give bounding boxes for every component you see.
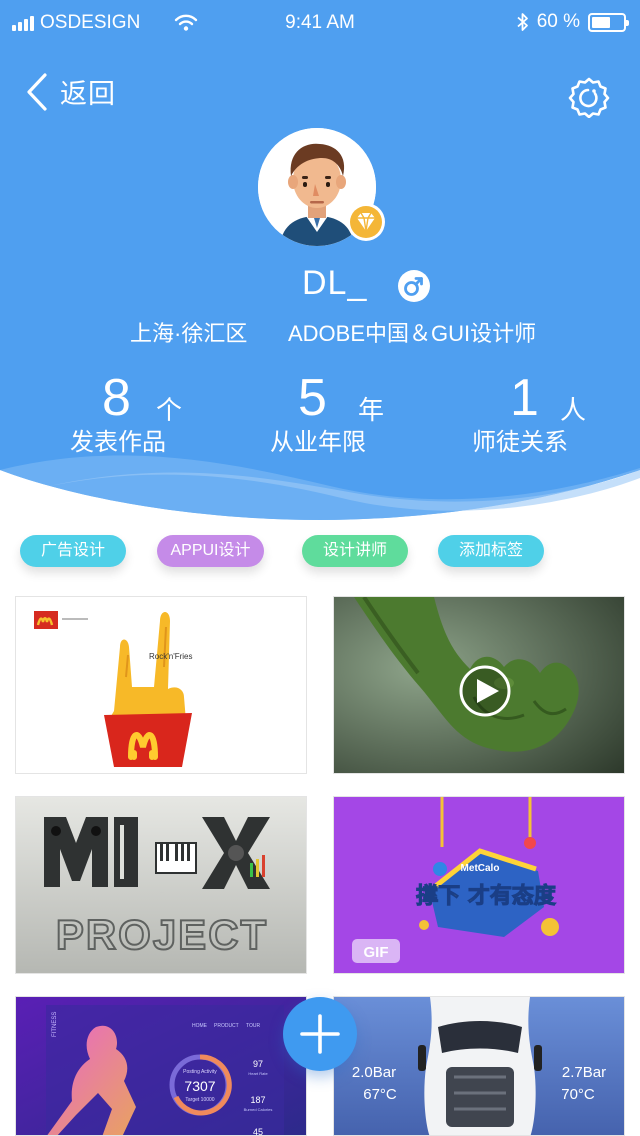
work-card-car-tire-pressure[interactable]: 2.0Bar 67°C 2.7Bar 70°C (333, 996, 625, 1136)
stat-works-label: 发表作品 (70, 429, 166, 456)
right-tire-pressure: 2.7Bar (562, 1064, 606, 1081)
card5-extra-value: 45 (253, 1127, 263, 1136)
tag-app-ui-design[interactable]: APPUI设计 (157, 535, 264, 567)
card5-cal-value: 187 (250, 1095, 265, 1105)
battery-percent: 60 % (536, 11, 580, 32)
back-button[interactable]: 返回 (26, 72, 116, 111)
card5-nav-home: HOME (192, 1023, 208, 1029)
work-card-fitness-dashboard[interactable]: FITNESS HOME PRODUCT TOUR Posting Activi… (15, 996, 307, 1136)
stat-mentorship-value: 1 (510, 369, 539, 427)
card5-activity-value: 7307 (184, 1078, 215, 1094)
tag-design-lecturer[interactable]: 设计讲师 (302, 535, 408, 567)
back-label: 返回 (60, 79, 116, 109)
tag-ad-design[interactable]: 广告设计 (20, 535, 126, 567)
profile-header: OSDESIGN 9:41 AM 60 % 返回 DL_ 上海·徐汇区 ADOB… (0, 0, 640, 525)
stat-mentorship-label: 师徒关系 (472, 429, 568, 456)
stat-works-value: 8 (102, 369, 131, 427)
work-card-metcalo-gif[interactable]: 撑下 才有态度 MetCalo GIF (333, 796, 625, 974)
status-bar: OSDESIGN 9:41 AM 60 % (0, 0, 640, 44)
work-thumbnail (334, 597, 624, 773)
work-thumbnail: PROJECT MIX (16, 797, 306, 973)
job-title: ADOBE中国＆GUI设计师 (288, 321, 537, 346)
avatar-container[interactable] (258, 128, 385, 246)
work-thumbnail: 撑下 才有态度 MetCalo GIF (334, 797, 624, 973)
settings-icon[interactable] (568, 76, 610, 118)
card5-heart-label: Heart Rate (248, 1071, 268, 1076)
left-tire-temp: 67°C (363, 1086, 397, 1103)
left-tire-pressure: 2.0Bar (352, 1064, 396, 1081)
card5-nav-product: PRODUCT (214, 1023, 239, 1029)
vip-diamond-icon (347, 203, 385, 241)
card5-nav-tour: TOUR (246, 1023, 260, 1029)
name-row: DL_ (0, 264, 640, 308)
tag-add-tag[interactable]: 添加标签 (438, 535, 544, 567)
card3-bottom-text: PROJECT (56, 911, 268, 958)
work-card-hulk-video[interactable] (333, 596, 625, 774)
card4-brand: MetCalo (461, 863, 500, 874)
work-card-rock-fries[interactable]: Rock'n'Fries (15, 596, 307, 774)
location-text: 上海·徐汇区 (130, 321, 248, 346)
right-tire-temp: 70°C (561, 1086, 595, 1103)
plus-icon (300, 1014, 340, 1054)
card1-text: Rock'n'Fries (149, 652, 193, 661)
work-card-mix-project[interactable]: PROJECT MIX (15, 796, 307, 974)
gif-badge-label: GIF (364, 944, 389, 961)
work-thumbnail: 2.0Bar 67°C 2.7Bar 70°C (334, 997, 624, 1135)
battery-icon (588, 12, 629, 32)
chevron-left-icon (27, 72, 47, 111)
status-right-group: 60 % (517, 11, 629, 33)
battery-level (592, 16, 610, 28)
card5-side-label: FITNESS (52, 1012, 58, 1037)
card5-activity-target: Target 10000 (185, 1097, 214, 1103)
card5-cal-label: Burned Calories (244, 1107, 273, 1112)
card5-activity-title: Posting Activity (183, 1069, 217, 1075)
stat-years-value: 5 (298, 369, 327, 427)
card4-text: 撑下 才有态度 (416, 883, 557, 909)
male-gender-icon (398, 270, 430, 302)
username: DL_ (302, 264, 368, 302)
card5-heart-value: 97 (253, 1059, 263, 1069)
bluetooth-icon (517, 13, 528, 31)
stat-years-label: 从业年限 (270, 429, 366, 456)
add-work-button[interactable] (283, 997, 357, 1071)
work-thumbnail: Rock'n'Fries (16, 597, 306, 773)
work-thumbnail: FITNESS HOME PRODUCT TOUR Posting Activi… (16, 997, 306, 1136)
